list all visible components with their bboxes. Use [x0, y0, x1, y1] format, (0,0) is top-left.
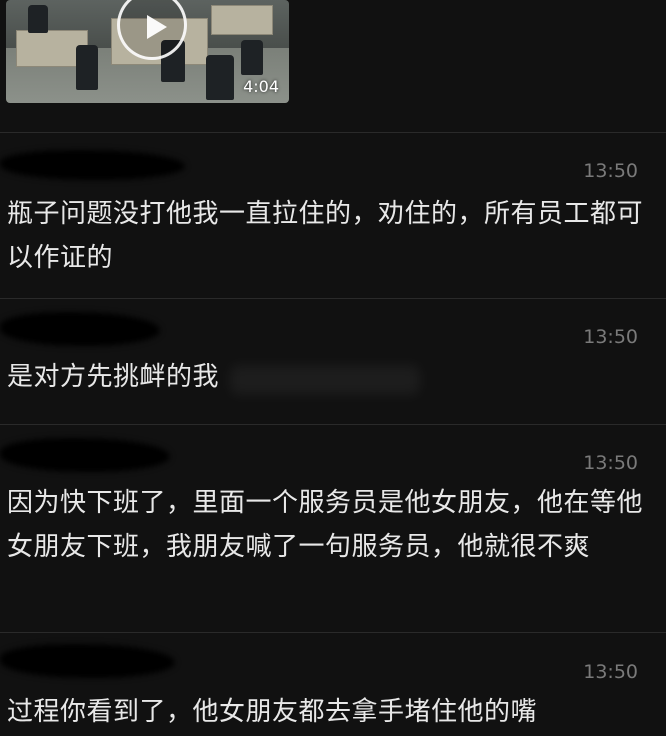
message-divider	[0, 298, 666, 299]
message-timestamp: 13:50	[583, 452, 638, 474]
message-text: 瓶子问题没打他我一直拉住的，劝住的，所有员工都可以作证的	[7, 199, 644, 273]
video-scene-chair	[241, 40, 263, 75]
message-text: 因为快下班了，里面一个服务员是他女朋友，他在等他女朋友下班，我朋友喊了一句服务员…	[7, 488, 644, 562]
message-divider	[0, 132, 666, 133]
message-text: 过程你看到了，他女朋友都去拿手堵住他的嘴	[7, 697, 538, 727]
video-scene-chair	[28, 5, 48, 33]
message-divider	[0, 632, 666, 633]
redacted-sender-name	[0, 150, 185, 180]
video-duration: 4:04	[243, 77, 279, 96]
message-timestamp: 13:50	[583, 326, 638, 348]
redacted-sender-name	[0, 438, 170, 472]
message-divider	[0, 424, 666, 425]
message-timestamp: 13:50	[583, 661, 638, 683]
video-thumbnail[interactable]: 4:04	[6, 0, 289, 103]
video-scene-chair	[76, 45, 98, 90]
redacted-sender-name	[0, 644, 175, 678]
message-timestamp: 13:50	[583, 160, 638, 182]
video-scene-chair	[206, 55, 234, 100]
redacted-sender-name	[0, 312, 160, 346]
video-scene-table	[211, 5, 273, 35]
image-smear	[230, 365, 420, 395]
